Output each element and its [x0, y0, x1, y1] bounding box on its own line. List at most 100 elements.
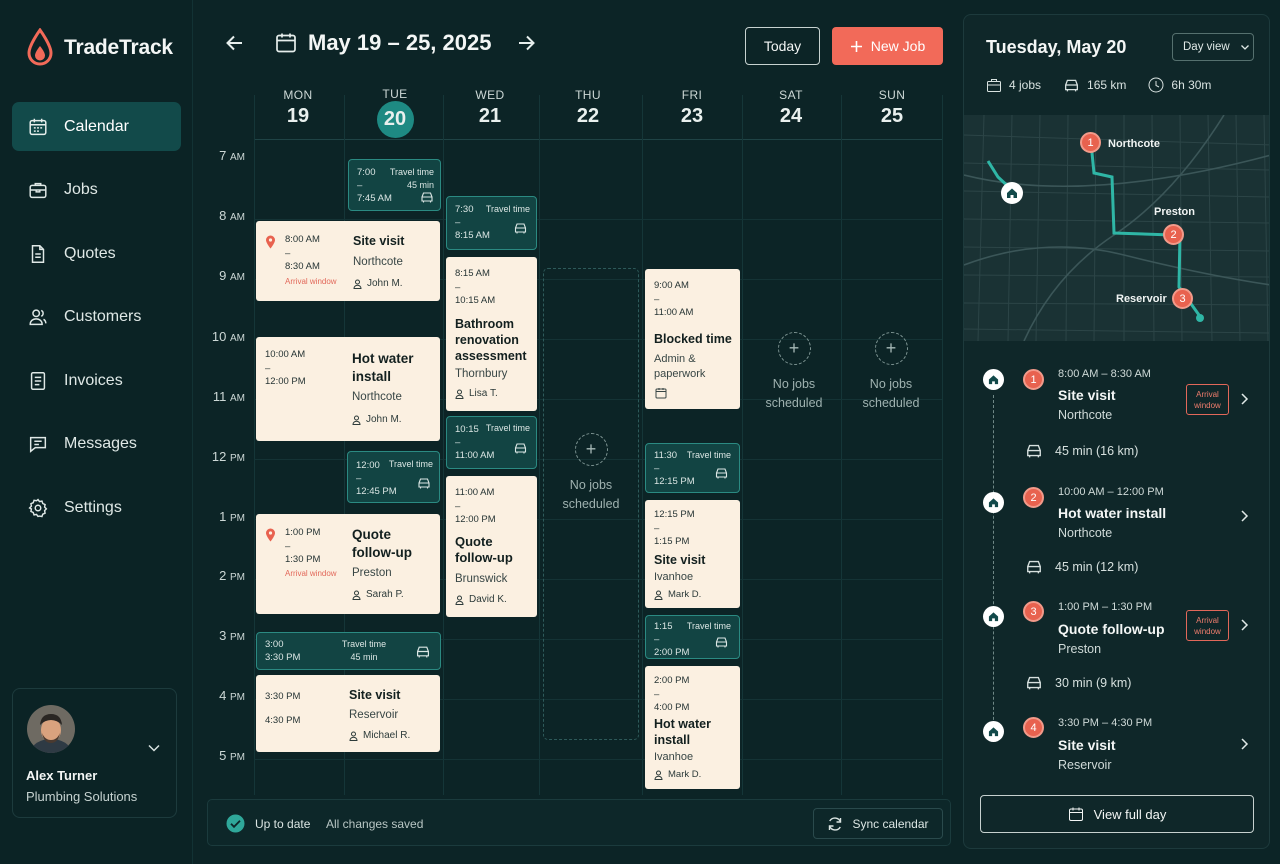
travel-label: Travel time 45 min — [389, 167, 434, 190]
view-select[interactable]: Day view — [1172, 33, 1254, 61]
arrow-right-icon[interactable] — [513, 30, 539, 56]
nav-item-calendar[interactable]: Calendar — [12, 102, 181, 151]
event-card-bathroom-assessment[interactable]: 8:15 AM –10:15 AM Bathroom renovation asses… — [446, 257, 537, 411]
sync-calendar-button[interactable]: Sync calendar — [813, 808, 943, 839]
day-header-wed[interactable]: WED 21 — [470, 88, 510, 128]
empty-day-message[interactable]: + No jobs scheduled — [543, 433, 639, 514]
person-icon — [353, 279, 362, 289]
hour-label: 10 AM — [211, 329, 245, 344]
travel-block[interactable]: 1:15–2:00 PM Travel time — [645, 615, 740, 659]
event-card-hot-water[interactable]: 2:00 PM –4:00 PM Hot water install Ivanhoe… — [645, 666, 740, 789]
event-card-hot-water[interactable]: 10:00 AM –12:00 PM Hot water install North… — [256, 337, 440, 441]
travel-block[interactable]: 7:30–8:15 AM Travel time — [446, 196, 537, 250]
home-icon — [1007, 188, 1017, 198]
event-location: Northcote — [353, 256, 403, 268]
avatar — [27, 705, 75, 753]
person-icon — [654, 590, 663, 600]
day-header-sun[interactable]: SUN 25 — [872, 88, 912, 128]
person-icon — [352, 590, 361, 600]
map-stop-marker[interactable]: 3 — [1172, 288, 1193, 309]
grid-line — [443, 95, 444, 795]
event-card-blocked-time[interactable]: 9:00 AM –11:00 AM Blocked time Admin & pap… — [645, 269, 740, 409]
day-header-sat[interactable]: SAT 24 — [771, 88, 811, 128]
chevron-down-icon — [1240, 45, 1249, 50]
chevron-right-icon[interactable] — [1238, 509, 1250, 523]
map-stop-marker[interactable]: 1 — [1080, 132, 1101, 153]
stop-title[interactable]: Site visit — [1058, 737, 1116, 753]
home-marker — [983, 492, 1004, 513]
map-label: Preston — [1154, 206, 1195, 218]
add-job-icon[interactable]: + — [777, 332, 811, 365]
home-marker[interactable] — [1001, 182, 1023, 204]
brand[interactable]: TradeTrack — [26, 28, 173, 68]
stop-title[interactable]: Hot water install — [1058, 505, 1166, 521]
event-time: 3:30 PM 4:30 PM — [265, 691, 301, 726]
stop-title[interactable]: Site visit — [1058, 387, 1116, 403]
panel-title: Tuesday, May 20 — [986, 37, 1127, 57]
route-map[interactable]: 1 Northcote 2 Preston 3 Reservoir — [964, 115, 1269, 341]
today-button[interactable]: Today — [745, 27, 820, 65]
travel-block[interactable]: 7:00–7:45 AM Travel time 45 min — [348, 159, 441, 211]
nav-label: Jobs — [64, 181, 98, 199]
travel-block[interactable]: 3:00 3:30 PM Travel time 45 min — [256, 632, 441, 670]
event-card-site-visit[interactable]: 3:30 PM 4:30 PM Site visit Reservoir Mich… — [256, 675, 440, 752]
chevron-right-icon[interactable] — [1238, 392, 1250, 406]
arrival-note: Arrival window — [285, 569, 337, 578]
calendar-icon — [1068, 807, 1083, 821]
person-icon — [455, 389, 464, 399]
event-description: Admin & paperwork — [654, 353, 706, 380]
map-label: Northcote — [1108, 138, 1160, 150]
travel-time: 7:30–8:15 AM — [455, 204, 490, 241]
stop-title[interactable]: Quote follow-up — [1058, 621, 1165, 637]
chevron-right-icon[interactable] — [1238, 737, 1250, 751]
travel-block[interactable]: 12:00–12:45 PM Travel time — [347, 451, 440, 503]
arrival-window-badge: Arrival window — [1186, 610, 1229, 641]
stop-location: Northcote — [1058, 408, 1113, 422]
event-time: 1:00 PM –1:30 PM — [285, 527, 321, 565]
empty-day-message[interactable]: + No jobs scheduled — [847, 332, 935, 413]
event-card-quote-follow-up[interactable]: 11:00 AM –12:00 PM Quote follow-up Brunswi… — [446, 476, 537, 617]
empty-day-message[interactable]: + No jobs scheduled — [750, 332, 838, 413]
travel-time: 1:15–2:00 PM — [654, 621, 690, 658]
add-job-icon[interactable]: + — [574, 433, 608, 466]
sync-status: Up to date — [255, 817, 311, 831]
travel-block[interactable]: 11:30–12:15 PM Travel time — [645, 443, 740, 493]
event-card-site-visit[interactable]: 8:00 AM –8:30 AM Arrival window Site visi… — [256, 221, 440, 301]
sidebar: TradeTrack Calendar Jobs Quotes Customer… — [0, 0, 193, 864]
event-time: 12:15 PM –1:15 PM — [654, 509, 695, 547]
car-icon — [1027, 676, 1041, 690]
map-pin-icon — [266, 528, 275, 542]
day-header-mon[interactable]: MON 19 — [278, 88, 318, 128]
home-marker — [983, 721, 1004, 742]
chevron-right-icon[interactable] — [1238, 618, 1250, 632]
map-stop-marker[interactable]: 2 — [1163, 224, 1184, 245]
hour-label: 3 PM — [219, 628, 245, 643]
save-status: All changes saved — [326, 817, 424, 831]
event-location: Reservoir — [349, 709, 399, 721]
nav-label: Quotes — [64, 244, 116, 262]
travel-label: Travel time — [485, 423, 530, 433]
event-card-site-visit[interactable]: 12:15 PM –1:15 PM Site visit Ivanhoe Mark… — [645, 500, 740, 608]
car-icon — [418, 478, 430, 489]
arrow-left-icon[interactable] — [222, 30, 248, 56]
new-job-button[interactable]: New Job — [832, 27, 943, 65]
check-circle-icon — [226, 814, 245, 833]
view-full-day-button[interactable]: View full day — [980, 795, 1254, 833]
stop-time: 1:00 PM – 1:30 PM — [1058, 601, 1153, 613]
event-title: Site visit — [349, 688, 401, 702]
add-job-icon[interactable]: + — [874, 332, 908, 365]
car-icon — [514, 223, 527, 234]
event-assignee: Mark D. — [654, 769, 701, 780]
day-header-fri[interactable]: FRI 23 — [672, 88, 712, 128]
event-assignee: David K. — [455, 594, 507, 605]
event-card-quote-follow-up[interactable]: 1:00 PM –1:30 PM Arrival window Quote foll… — [256, 514, 440, 614]
hour-label: 4 PM — [219, 688, 245, 703]
day-header-thu[interactable]: THU 22 — [568, 88, 608, 128]
day-header-tue[interactable]: TUE 20 — [375, 87, 415, 138]
event-time: 2:00 PM –4:00 PM — [654, 675, 690, 713]
event-time: 8:00 AM –8:30 AM — [285, 234, 320, 272]
event-assignee: Mark D. — [654, 589, 701, 600]
travel-block[interactable]: 10:15–11:00 AM Travel time — [446, 416, 537, 469]
car-icon — [715, 637, 728, 648]
hour-label: 5 PM — [219, 748, 245, 763]
